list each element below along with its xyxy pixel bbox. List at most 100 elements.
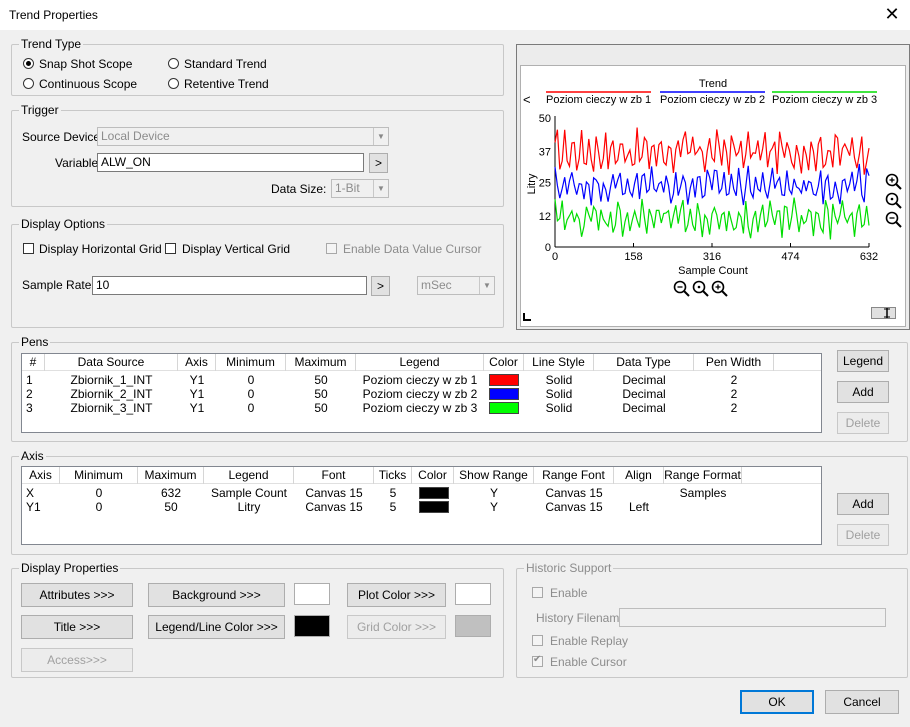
- data-size-select[interactable]: 1-Bit ▼: [331, 179, 389, 198]
- pen-cell-max: 50: [314, 373, 328, 387]
- axis-cell-align: [614, 486, 664, 500]
- x-tick-label: 632: [860, 251, 878, 263]
- horizontal-grid-checkbox[interactable]: [23, 243, 34, 254]
- history-filename-input[interactable]: [619, 608, 886, 627]
- sample-unit-select[interactable]: mSec ▼: [417, 276, 495, 295]
- col-header[interactable]: Maximum: [286, 354, 356, 371]
- retentive-trend-radio[interactable]: [168, 78, 179, 89]
- col-header[interactable]: Legend: [356, 354, 484, 371]
- axis-cell-show: Y: [489, 500, 498, 514]
- grid-color-swatch[interactable]: [455, 615, 491, 637]
- pens-table[interactable]: # Data Source Axis Minimum Maximum Legen…: [21, 353, 822, 433]
- grid-color-button[interactable]: Grid Color >>>: [347, 615, 446, 639]
- col-header[interactable]: Range Font: [534, 467, 614, 484]
- trend-preview-panel: Trend < Poziom cieczy w zb 1 Poziom ciecz…: [516, 44, 910, 330]
- window-title: Trend Properties: [9, 8, 98, 22]
- axis-cell-font: Canvas 15: [305, 486, 363, 500]
- col-header[interactable]: Ticks: [374, 467, 412, 484]
- axis-table[interactable]: Axis Minimum Maximum Legend Font Ticks C…: [21, 466, 822, 545]
- background-color-swatch[interactable]: [294, 583, 330, 605]
- historic-enable-checkbox[interactable]: [532, 587, 543, 598]
- variable-browse-button[interactable]: >: [369, 153, 388, 173]
- pen-color-swatch[interactable]: [489, 402, 519, 414]
- pen-color-swatch[interactable]: [489, 374, 519, 386]
- zoom-in-icon[interactable]: [711, 280, 729, 298]
- pen-cell-axis: Y1: [189, 373, 205, 387]
- col-header[interactable]: Data Type: [594, 354, 694, 371]
- title-button[interactable]: Title >>>: [21, 615, 133, 639]
- col-header[interactable]: Minimum: [60, 467, 138, 484]
- axis-cell-format: Samples: [679, 486, 727, 500]
- pen-color-swatch[interactable]: [489, 388, 519, 400]
- enable-cursor-label: Enable Cursor: [550, 655, 627, 669]
- data-cursor-checkbox[interactable]: [326, 243, 337, 254]
- sample-rate-button[interactable]: >: [371, 276, 390, 296]
- pens-delete-button[interactable]: Delete: [837, 412, 889, 434]
- zoom-reset-icon[interactable]: [885, 192, 903, 210]
- axis-add-button[interactable]: Add: [837, 493, 889, 515]
- zoom-out-icon[interactable]: [885, 211, 903, 229]
- zoom-reset-icon[interactable]: [692, 280, 710, 298]
- legend-line-color-swatch[interactable]: [294, 615, 330, 637]
- background-button[interactable]: Background >>>: [148, 583, 285, 607]
- enable-replay-checkbox[interactable]: [532, 635, 543, 646]
- axis-table-header: Axis Minimum Maximum Legend Font Ticks C…: [22, 467, 821, 484]
- display-options-legend: Display Options: [19, 217, 108, 231]
- enable-cursor-checkbox[interactable]: [532, 654, 543, 667]
- axis-cell-legend: Litry: [237, 500, 261, 514]
- pens-add-button[interactable]: Add: [837, 381, 889, 403]
- axis-color-swatch[interactable]: [419, 501, 449, 513]
- snap-shot-scope-radio[interactable]: [23, 58, 34, 69]
- cancel-button[interactable]: Cancel: [825, 690, 899, 714]
- scrollbar-handle-icon[interactable]: [871, 306, 897, 320]
- col-header[interactable]: Maximum: [138, 467, 204, 484]
- col-header[interactable]: Legend: [204, 467, 294, 484]
- corner-handle-icon[interactable]: [523, 312, 533, 322]
- pens-legend-button[interactable]: Legend: [837, 350, 889, 372]
- variable-input[interactable]: ALW_ON: [97, 153, 364, 172]
- col-header[interactable]: #: [22, 354, 45, 371]
- pen-cell-legend: Poziom cieczy w zb 1: [362, 373, 478, 387]
- continuous-scope-radio[interactable]: [23, 78, 34, 89]
- col-header[interactable]: Axis: [22, 467, 60, 484]
- col-header[interactable]: Minimum: [216, 354, 286, 371]
- chevron-down-icon: ▼: [373, 128, 388, 145]
- col-header[interactable]: Line Style: [524, 354, 594, 371]
- axis-cell-legend: Sample Count: [210, 486, 288, 500]
- col-header[interactable]: Color: [412, 467, 454, 484]
- axis-color-swatch[interactable]: [419, 487, 449, 499]
- standard-trend-label: Standard Trend: [184, 57, 267, 71]
- chevron-down-icon: ▼: [479, 277, 494, 294]
- col-header[interactable]: Color: [484, 354, 524, 371]
- sample-rate-input[interactable]: 10: [92, 276, 367, 295]
- pen-cell-min: 0: [247, 387, 255, 401]
- series-line: [554, 127, 870, 175]
- pen-cell-max: 50: [314, 401, 328, 415]
- variable-label: Variable: [55, 156, 99, 170]
- zoom-in-icon[interactable]: [885, 173, 903, 191]
- axis-cell-min: 0: [95, 486, 103, 500]
- ok-button[interactable]: OK: [740, 690, 814, 714]
- x-tick-label: 0: [552, 251, 558, 263]
- standard-trend-radio[interactable]: [168, 58, 179, 69]
- col-header[interactable]: Data Source: [45, 354, 178, 371]
- pen-cell-min: 0: [247, 401, 255, 415]
- col-header[interactable]: Show Range: [454, 467, 534, 484]
- plot-color-swatch[interactable]: [455, 583, 491, 605]
- col-header[interactable]: Range Format: [664, 467, 742, 484]
- source-device-select[interactable]: Local Device ▼: [97, 127, 389, 146]
- plot-color-button[interactable]: Plot Color >>>: [347, 583, 446, 607]
- y-tick-label: 50: [539, 113, 551, 125]
- axis-delete-button[interactable]: Delete: [837, 524, 889, 546]
- col-header[interactable]: Align: [614, 467, 664, 484]
- col-header[interactable]: Font: [294, 467, 374, 484]
- attributes-button[interactable]: Attributes >>>: [21, 583, 133, 607]
- close-icon[interactable]: ✕: [882, 3, 902, 25]
- col-header[interactable]: Pen Width: [694, 354, 774, 371]
- access-button[interactable]: Access>>>: [21, 648, 133, 672]
- axis-cell-max: 50: [164, 500, 178, 514]
- legend-line-color-button[interactable]: Legend/Line Color >>>: [148, 615, 285, 639]
- col-header[interactable]: Axis: [178, 354, 216, 371]
- vertical-grid-checkbox[interactable]: [165, 243, 176, 254]
- zoom-out-icon[interactable]: [673, 280, 691, 298]
